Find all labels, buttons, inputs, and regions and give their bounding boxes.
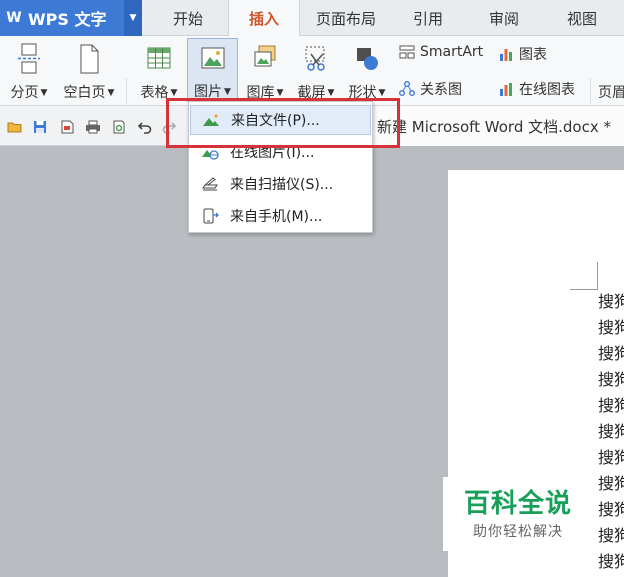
smartart-label: SmartArt [420, 44, 484, 60]
tab-references[interactable]: 引用 [400, 0, 456, 36]
watermark-logo: 百科全说 助你轻松解决 [443, 477, 593, 551]
menu-item-label: 来自手机(M)... [230, 209, 323, 225]
page-break-icon [18, 43, 40, 74]
text-line: 搜狗 [598, 370, 624, 389]
header-footer-label: 页眉 [598, 85, 624, 101]
tab-review[interactable]: 审阅 [476, 0, 532, 36]
chevron-down-icon: ▼ [107, 88, 115, 98]
blank-page-icon [80, 44, 99, 74]
tab-page-layout[interactable]: 页面布局 [308, 0, 384, 36]
text-line: 搜狗 [598, 396, 624, 415]
tab-insert[interactable]: 插入 [228, 0, 300, 37]
ribbon-tab-bar: W WPS 文字 ▼ 开始 插入 页面布局 引用 审阅 视图 [0, 0, 624, 37]
chart-label: 图表 [519, 47, 547, 63]
print-preview-icon[interactable] [110, 118, 128, 136]
margin-corner-mark [597, 262, 598, 290]
menu-item-label: 来自扫描仪(S)... [230, 177, 334, 193]
chart-icon [500, 49, 512, 61]
annotation-highlight-box [166, 98, 400, 148]
print-icon[interactable] [84, 118, 102, 136]
table-icon [147, 47, 171, 69]
chevron-down-icon: ▼ [276, 88, 284, 98]
header-footer-button[interactable]: 页眉 [598, 38, 624, 104]
chart-button[interactable]: 图表 [498, 44, 547, 64]
online-chart-icon [500, 83, 512, 96]
watermark-title: 百科全说 [463, 489, 572, 519]
picture-button[interactable]: 图片 ▼ [187, 38, 238, 102]
chevron-down-icon: ▼ [378, 88, 386, 98]
relation-diagram-icon [399, 81, 415, 96]
online-chart-button[interactable]: 在线图表 [498, 79, 575, 99]
smartart-button[interactable]: SmartArt [399, 44, 483, 60]
blank-page-button[interactable]: 空白页 ▼ [58, 38, 120, 104]
text-line: 搜狗 [598, 344, 624, 363]
ribbon-divider [590, 78, 591, 104]
text-line: 搜狗 [598, 500, 624, 519]
menu-item-from-phone[interactable]: 来自手机(M)... [190, 201, 371, 231]
text-line: 搜狗 [598, 552, 624, 571]
document-tab[interactable]: 新建 Microsoft Word 文档.docx * [370, 106, 624, 146]
margin-corner-mark [570, 289, 598, 290]
shapes-button[interactable]: 形状 ▼ [344, 38, 390, 104]
text-line: 搜狗 [598, 526, 624, 545]
app-menu-dropdown-icon[interactable]: ▼ [124, 0, 142, 36]
chevron-down-icon: ▼ [40, 88, 48, 98]
page-break-button[interactable]: 分页 ▼ [6, 38, 52, 104]
text-line: 搜狗 [598, 448, 624, 467]
open-folder-icon[interactable] [6, 118, 24, 136]
relation-diagram-label: 关系图 [420, 82, 462, 98]
picture-icon [201, 47, 224, 69]
insert-ribbon: 分页 ▼ 空白页 ▼ 表格 ▼ 图片 ▼ 图库 ▼ 截屏 ▼ 形状 ▼ Smar… [0, 36, 624, 106]
text-line: 搜狗 [598, 318, 624, 337]
chevron-down-icon: ▼ [170, 88, 178, 98]
chevron-down-icon: ▼ [327, 88, 335, 98]
scanner-icon [201, 175, 219, 193]
tab-view[interactable]: 视图 [554, 0, 610, 36]
text-line: 搜狗 [598, 474, 624, 493]
text-line: 搜狗 [598, 422, 624, 441]
export-pdf-icon[interactable] [58, 118, 76, 136]
gallery-icon [254, 45, 276, 67]
screenshot-scissors-icon [305, 46, 325, 71]
undo-icon[interactable] [136, 118, 154, 136]
menu-item-from-scanner[interactable]: 来自扫描仪(S)... [190, 169, 371, 199]
wps-logo-icon: W [6, 10, 22, 26]
blank-page-label: 空白页 [63, 85, 106, 101]
save-icon[interactable] [31, 118, 49, 136]
screenshot-button[interactable]: 截屏 ▼ [293, 38, 339, 104]
chevron-down-icon: ▼ [224, 87, 231, 97]
table-button[interactable]: 表格 ▼ [136, 38, 182, 104]
app-name: WPS 文字 [28, 10, 107, 29]
tab-home[interactable]: 开始 [160, 0, 216, 36]
gallery-button[interactable]: 图库 ▼ [242, 38, 288, 104]
page-break-label: 分页 [10, 85, 39, 101]
text-line: 搜狗 [598, 292, 624, 311]
document-text[interactable]: 搜狗 搜狗 搜狗 搜狗 搜狗 搜狗 搜狗 搜狗 搜狗 搜狗 搜狗 [598, 289, 624, 575]
document-tab-title: 新建 Microsoft Word 文档.docx * [377, 117, 611, 136]
smartart-icon [399, 45, 415, 59]
shapes-icon [357, 48, 378, 70]
phone-icon [201, 207, 219, 225]
app-menu-button[interactable]: W WPS 文字 [0, 0, 124, 36]
ribbon-divider [126, 78, 127, 104]
relation-diagram-button[interactable]: 关系图 [399, 79, 462, 99]
online-chart-label: 在线图表 [519, 82, 575, 98]
table-label: 表格 [140, 85, 169, 101]
watermark-subtitle: 助你轻松解决 [473, 524, 563, 540]
